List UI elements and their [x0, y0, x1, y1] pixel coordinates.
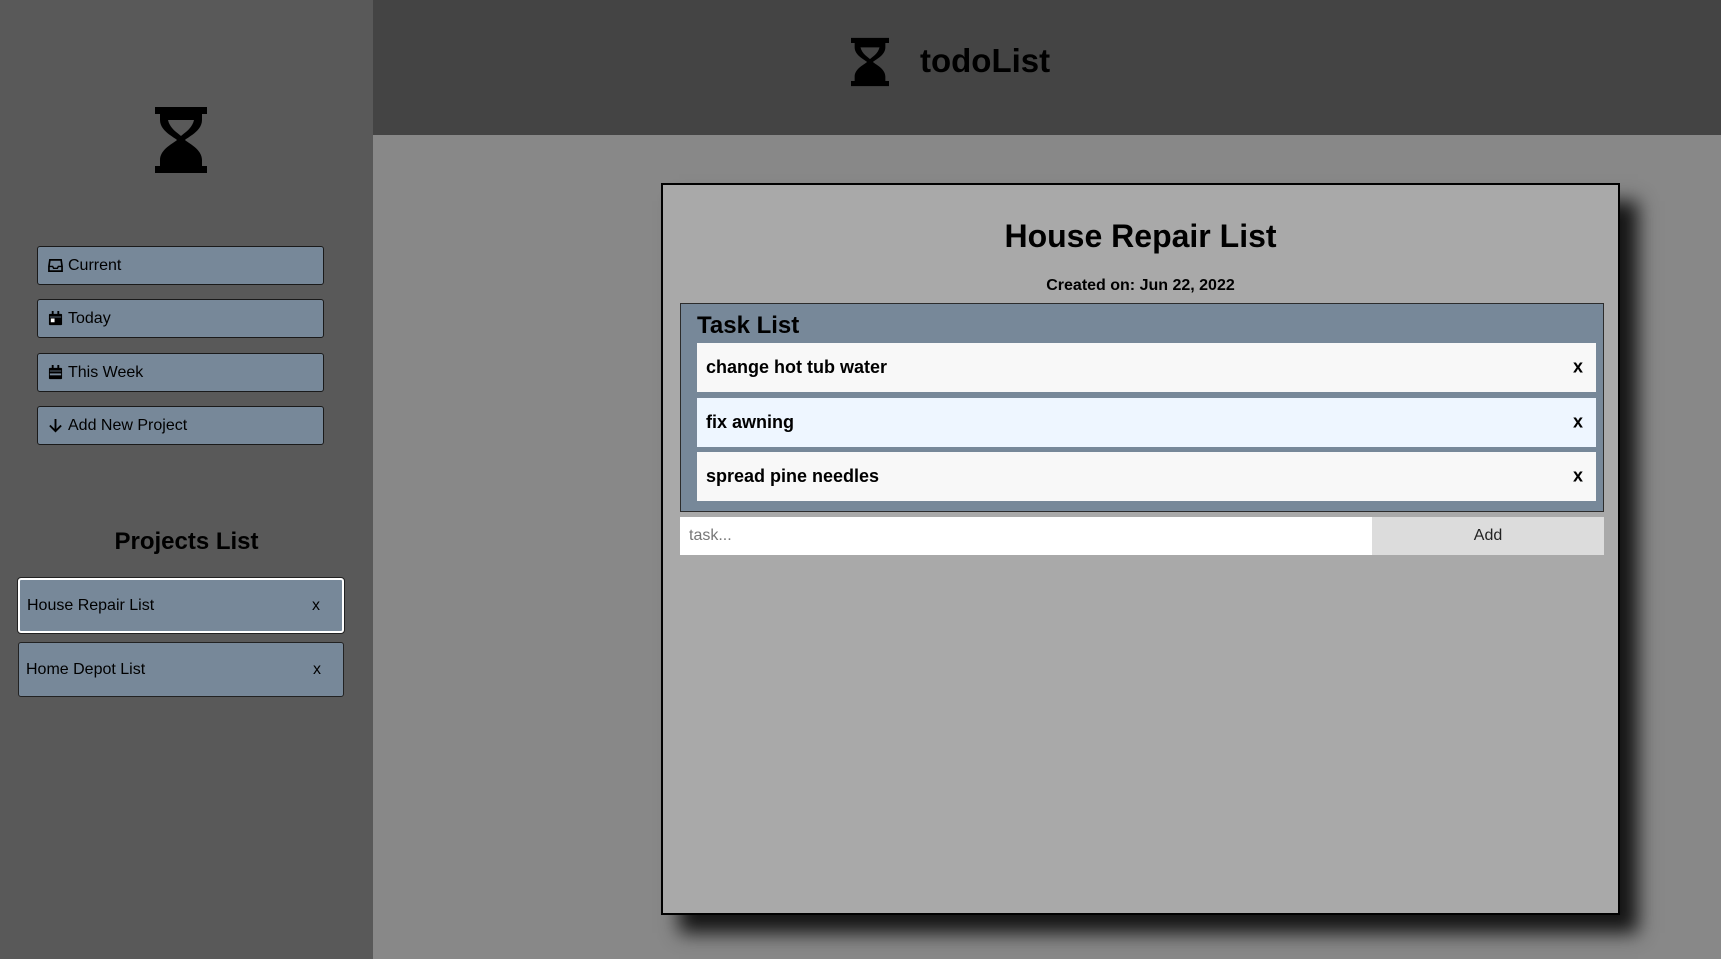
task-text: change hot tub water — [706, 357, 888, 377]
task-list: Task List change hot tub water x fix awn… — [680, 303, 1604, 512]
nav-this-week-button[interactable]: This Week — [37, 353, 324, 392]
task-delete-button[interactable]: x — [1573, 356, 1583, 377]
task-delete-button[interactable]: x — [1573, 411, 1583, 432]
hourglass-icon — [851, 37, 889, 87]
task-item[interactable]: fix awning x — [697, 398, 1596, 447]
nav-today-label: Today — [68, 309, 111, 327]
calendar-week-icon — [48, 365, 63, 380]
inbox-icon — [48, 259, 63, 272]
project-title: House Repair List — [1004, 218, 1277, 254]
nav-this-week-label: This Week — [68, 363, 144, 381]
calendar-day-icon — [48, 311, 63, 326]
project-panel: House Repair List Created on: Jun 22, 20… — [661, 183, 1620, 915]
task-item[interactable]: change hot tub water x — [697, 343, 1596, 392]
projects-list-title: Projects List — [114, 528, 259, 555]
task-text: spread pine needles — [706, 466, 880, 486]
nav-today-button[interactable]: Today — [37, 299, 324, 338]
project-delete-button[interactable]: x — [312, 597, 320, 615]
nav-current-button[interactable]: Current — [37, 246, 324, 285]
add-new-project-label: Add New Project — [68, 416, 188, 434]
sidebar: Current Today This Week Add New Project … — [0, 0, 373, 959]
project-delete-button[interactable]: x — [313, 661, 321, 679]
add-task-button[interactable]: Add — [1372, 517, 1604, 555]
hourglass-icon — [155, 107, 207, 173]
new-task-input[interactable] — [680, 517, 1372, 555]
project-item-home-depot[interactable]: Home Depot List x — [18, 642, 344, 697]
task-delete-button[interactable]: x — [1573, 465, 1583, 486]
arrow-down-icon — [49, 418, 62, 433]
project-item-name: Home Depot List — [26, 660, 146, 678]
nav-current-label: Current — [68, 256, 122, 274]
project-created-date: Created on: Jun 22, 2022 — [1046, 277, 1235, 294]
app-title: todoList — [920, 42, 1051, 79]
project-item-house-repair[interactable]: House Repair List x — [18, 578, 344, 633]
add-new-project-button[interactable]: Add New Project — [37, 406, 324, 445]
project-item-name: House Repair List — [27, 596, 155, 614]
task-list-title: Task List — [697, 312, 800, 339]
app-header: todoList — [373, 0, 1721, 135]
task-item[interactable]: spread pine needles x — [697, 452, 1596, 501]
task-text: fix awning — [706, 412, 795, 432]
